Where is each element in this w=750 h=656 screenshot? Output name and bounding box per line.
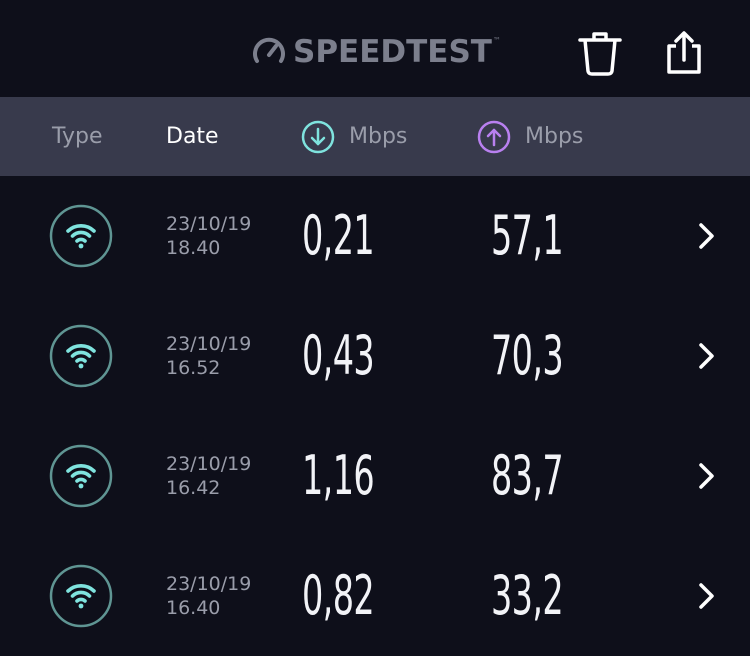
result-time: 16.52 (166, 357, 221, 379)
download-value: 0,82 (302, 564, 375, 627)
share-icon[interactable] (664, 30, 704, 76)
column-type[interactable]: Type (52, 97, 103, 176)
upload-arrow-icon (477, 120, 511, 153)
wifi-icon (49, 564, 113, 628)
result-row[interactable]: 23/10/19 16.52 0,43 70,3 (0, 296, 750, 416)
upload-value: 57,1 (491, 204, 564, 267)
upload-value: 83,7 (491, 444, 564, 507)
download-value: 1,16 (302, 444, 375, 507)
upload-unit-label: Mbps (525, 124, 584, 149)
column-date[interactable]: Date (166, 97, 219, 176)
chevron-right-icon[interactable] (696, 460, 718, 492)
result-datetime: 23/10/19 16.40 (166, 572, 251, 620)
column-upload[interactable]: Mbps (477, 97, 583, 176)
result-row[interactable]: 23/10/19 18.40 0,21 57,1 (0, 176, 750, 296)
download-arrow-icon (301, 120, 335, 153)
result-datetime: 23/10/19 18.40 (166, 212, 251, 260)
wifi-icon (49, 444, 113, 508)
result-row[interactable]: 23/10/19 16.40 0,82 33,2 (0, 536, 750, 656)
speedtest-logo: SPEEDTEST ™ (251, 34, 501, 70)
trash-icon[interactable] (578, 30, 622, 76)
chevron-right-icon[interactable] (696, 220, 718, 252)
result-date: 23/10/19 (166, 573, 252, 595)
chevron-right-icon[interactable] (696, 580, 718, 612)
column-download[interactable]: Mbps (301, 97, 407, 176)
result-date: 23/10/19 (166, 333, 252, 355)
upload-value: 33,2 (491, 564, 564, 627)
results-header: Type Date Mbps Mbps (0, 97, 750, 176)
logo-text: SPEEDTEST (293, 34, 492, 70)
results-list: 23/10/19 18.40 0,21 57,1 23/10/19 16.52 … (0, 176, 750, 656)
download-value: 0,43 (302, 324, 375, 387)
download-unit-label: Mbps (349, 124, 408, 149)
wifi-icon (49, 324, 113, 388)
result-time: 18.40 (166, 237, 221, 259)
download-value: 0,21 (302, 204, 375, 267)
upload-value: 70,3 (491, 324, 564, 387)
result-time: 16.42 (166, 477, 221, 499)
result-time: 16.40 (166, 597, 221, 619)
speedometer-icon (253, 37, 285, 63)
result-datetime: 23/10/19 16.42 (166, 452, 251, 500)
result-date: 23/10/19 (166, 453, 252, 475)
result-row[interactable]: 23/10/19 16.42 1,16 83,7 (0, 416, 750, 536)
chevron-right-icon[interactable] (696, 340, 718, 372)
result-datetime: 23/10/19 16.52 (166, 332, 251, 380)
top-bar: SPEEDTEST ™ (0, 0, 750, 97)
wifi-icon (49, 204, 113, 268)
result-date: 23/10/19 (166, 213, 252, 235)
